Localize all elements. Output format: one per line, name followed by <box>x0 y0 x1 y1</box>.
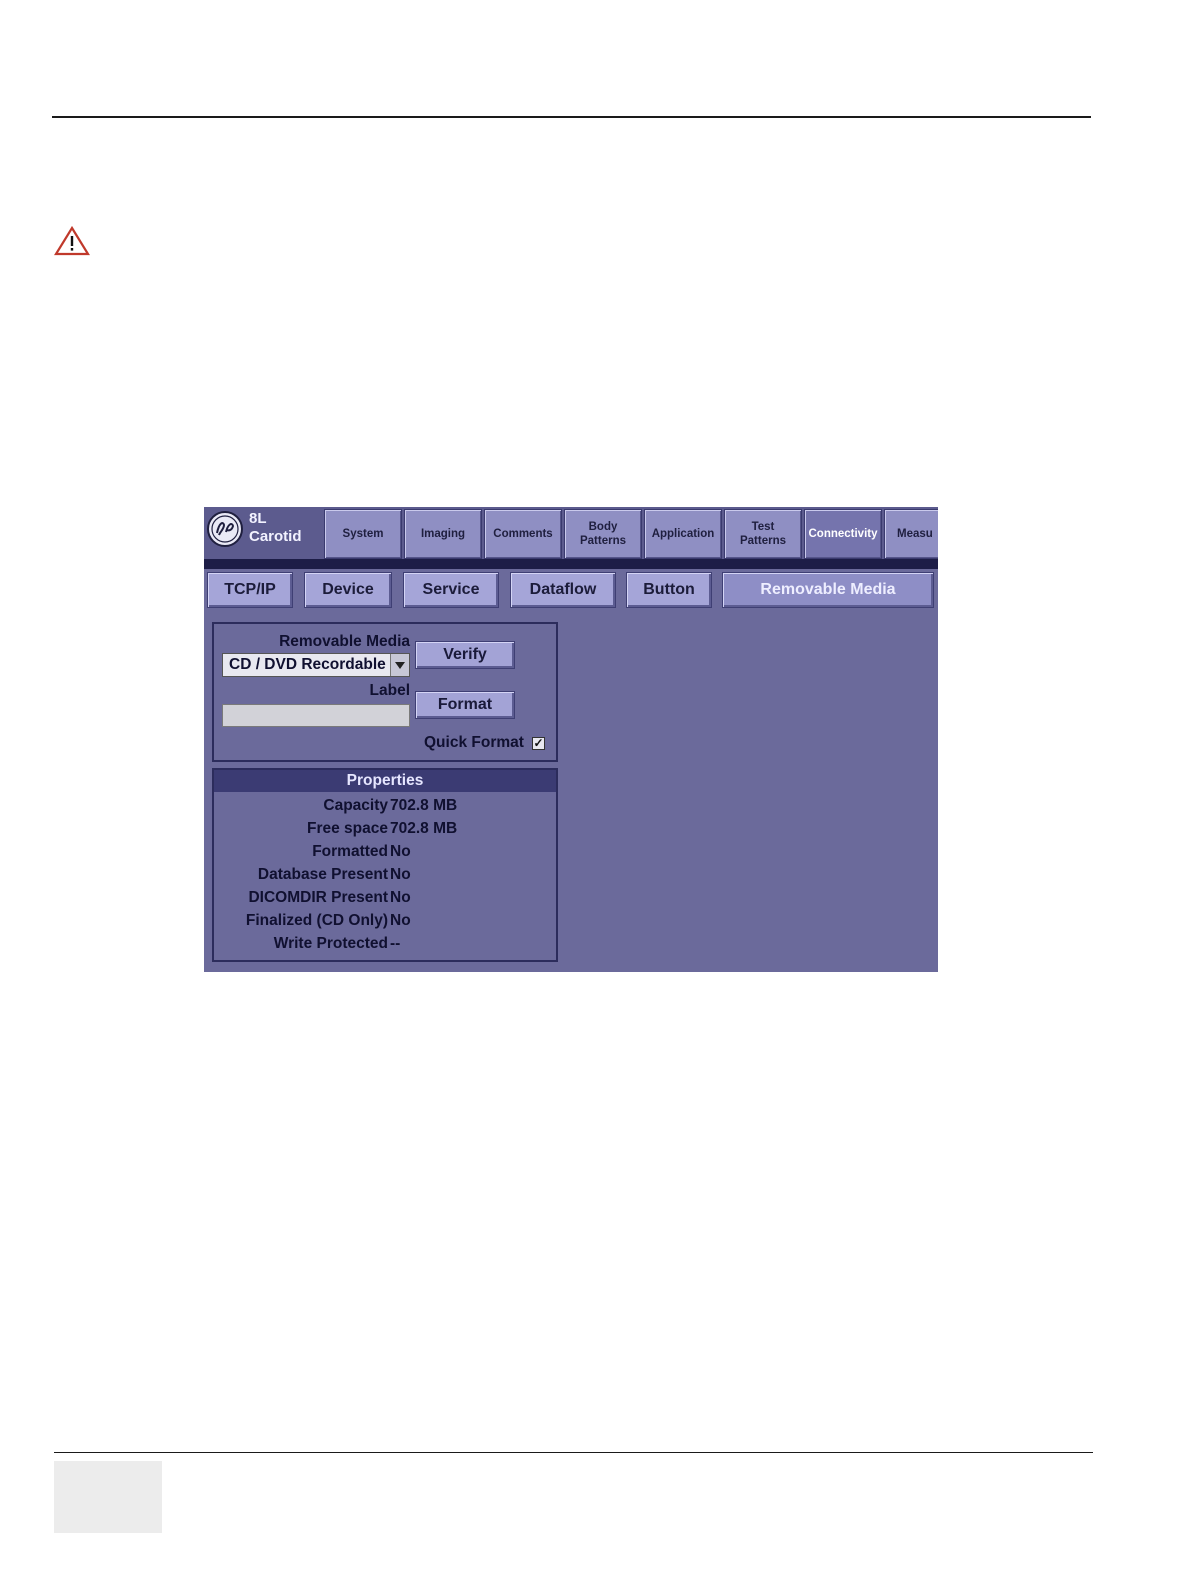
property-value: 702.8 MB <box>390 820 458 837</box>
probe-indicator: 8L Carotid <box>249 510 302 546</box>
property-value: No <box>390 889 411 906</box>
quick-format-checkbox[interactable]: ✓ <box>532 737 545 750</box>
property-key: Database Present <box>257 866 388 883</box>
chevron-down-icon[interactable] <box>390 654 409 676</box>
footer-rule <box>54 1452 1093 1453</box>
property-value: -- <box>390 935 401 952</box>
property-key: Capacity <box>323 797 388 814</box>
properties-panel: Properties Capacity 702.8 MB Free space … <box>212 768 558 962</box>
property-row: Write Protected -- <box>214 935 556 957</box>
property-key: Free space <box>307 820 388 837</box>
label-field-label: Label <box>369 682 410 699</box>
subtab-tcpip[interactable]: TCP/IP <box>207 572 293 608</box>
property-row: Free space 702.8 MB <box>214 820 556 842</box>
verify-button[interactable]: Verify <box>415 641 515 669</box>
properties-title: Properties <box>214 770 556 792</box>
top-tab-bar: 8L Carotid System Imaging Comments Body … <box>204 507 938 559</box>
property-key: DICOMDIR Present <box>248 889 388 906</box>
property-row: Capacity 702.8 MB <box>214 797 556 819</box>
tab-connectivity[interactable]: Connectivity <box>804 509 882 559</box>
tab-bar-divider <box>204 559 938 569</box>
warning-triangle-icon <box>54 226 90 256</box>
property-key: Formatted <box>312 843 388 860</box>
property-value: No <box>390 843 411 860</box>
quick-format-label: Quick Format <box>424 734 524 751</box>
removable-media-label: Removable Media <box>279 633 410 650</box>
subtab-service[interactable]: Service <box>403 572 499 608</box>
probe-name: 8L <box>249 510 267 527</box>
property-value: No <box>390 912 411 929</box>
property-key: Finalized (CD Only) <box>245 912 388 929</box>
property-value: No <box>390 866 411 883</box>
label-input[interactable] <box>222 704 410 727</box>
tab-comments[interactable]: Comments <box>484 509 562 559</box>
tab-body-patterns[interactable]: Body Patterns <box>564 509 642 559</box>
ultrasound-utility-screen: 8L Carotid System Imaging Comments Body … <box>204 507 938 972</box>
property-key: Write Protected <box>273 935 388 952</box>
subtab-device[interactable]: Device <box>304 572 392 608</box>
header-rule <box>52 116 1091 118</box>
tab-system[interactable]: System <box>324 509 402 559</box>
removable-media-value: CD / DVD Recordable <box>229 656 386 673</box>
removable-media-select[interactable]: CD / DVD Recordable <box>222 653 410 677</box>
footer-page-box <box>54 1461 162 1533</box>
format-button[interactable]: Format <box>415 691 515 719</box>
property-row: Database Present No <box>214 866 556 888</box>
probe-preset: Carotid <box>249 528 302 545</box>
subtab-removable-media[interactable]: Removable Media <box>722 572 934 608</box>
ge-logo-icon <box>207 511 243 547</box>
property-row: Formatted No <box>214 843 556 865</box>
property-row: Finalized (CD Only) No <box>214 912 556 934</box>
tab-imaging[interactable]: Imaging <box>404 509 482 559</box>
subtab-button[interactable]: Button <box>626 572 712 608</box>
tab-test-patterns[interactable]: Test Patterns <box>724 509 802 559</box>
tab-measure[interactable]: Measu <box>884 509 938 559</box>
subtab-dataflow[interactable]: Dataflow <box>510 572 616 608</box>
property-value: 702.8 MB <box>390 797 458 814</box>
property-row: DICOMDIR Present No <box>214 889 556 911</box>
tab-application[interactable]: Application <box>644 509 722 559</box>
